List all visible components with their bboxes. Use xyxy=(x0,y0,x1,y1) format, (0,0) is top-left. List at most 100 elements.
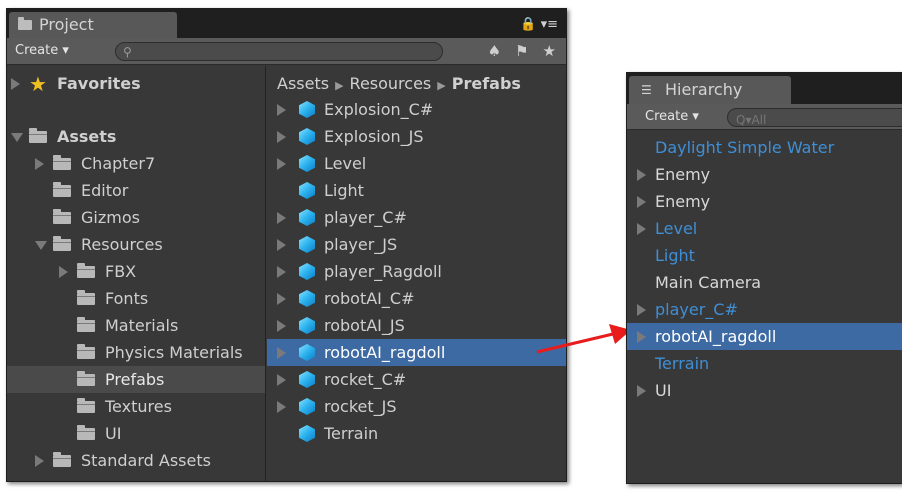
project-tab-label: Project xyxy=(39,15,94,34)
asset-item[interactable]: robotAI_C# xyxy=(267,285,566,312)
hierarchy-search[interactable] xyxy=(727,108,902,129)
expand-arrow-icon[interactable] xyxy=(277,266,286,278)
hierarchy-item[interactable]: player_C# xyxy=(627,296,902,323)
asset-label: player_JS xyxy=(324,235,398,254)
tree-item-resources[interactable]: Resources xyxy=(7,231,265,258)
hierarchy-item[interactable]: Enemy xyxy=(627,161,902,188)
create-button[interactable]: Create ▾ xyxy=(15,43,69,58)
project-search[interactable]: ⚲ xyxy=(115,42,443,63)
asset-item[interactable]: Level xyxy=(267,150,566,177)
hierarchy-search-input[interactable] xyxy=(728,111,902,129)
list-icon: ☰ xyxy=(641,83,652,97)
hierarchy-toolbar: Create ▾ xyxy=(627,104,902,130)
expand-arrow-icon[interactable] xyxy=(11,78,20,90)
asset-item[interactable]: Light xyxy=(267,177,566,204)
breadcrumb: Assets ▶ Resources ▶ Prefabs xyxy=(277,74,521,93)
tree-item-favorites[interactable]: ★ Favorites xyxy=(7,70,265,97)
tree-item-physics-materials[interactable]: Physics Materials xyxy=(7,339,265,366)
tree-item-chapter7[interactable]: Chapter7 xyxy=(7,150,265,177)
expand-arrow-icon[interactable] xyxy=(35,158,44,170)
filter-by-label-icon[interactable]: ⚑ xyxy=(515,42,528,60)
project-tab[interactable]: Project xyxy=(9,12,177,38)
asset-item[interactable]: player_C# xyxy=(267,204,566,231)
project-assets-pane: Assets ▶ Resources ▶ Prefabs Explosion_C# Ex… xyxy=(267,66,566,481)
hierarchy-item-label: Daylight Simple Water xyxy=(655,138,835,157)
folder-icon xyxy=(77,263,95,278)
tree-item-gizmos[interactable]: Gizmos xyxy=(7,204,265,231)
expand-arrow-icon[interactable] xyxy=(59,266,68,278)
tree-item-textures[interactable]: Textures xyxy=(7,393,265,420)
tree-item-label: Textures xyxy=(105,397,172,416)
asset-item[interactable]: Terrain xyxy=(267,420,566,447)
filter-by-type-icon[interactable]: ♠ xyxy=(488,42,501,60)
hierarchy-item[interactable]: Light xyxy=(627,242,902,269)
create-button[interactable]: Create ▾ xyxy=(645,109,699,124)
asset-item[interactable]: player_Ragdoll xyxy=(267,258,566,285)
expand-arrow-icon[interactable] xyxy=(277,104,286,116)
favorite-star-icon[interactable]: ★ xyxy=(543,42,556,60)
folder-icon xyxy=(77,398,95,413)
asset-label: player_Ragdoll xyxy=(324,262,442,281)
expand-arrow-icon[interactable] xyxy=(637,385,646,397)
hierarchy-item[interactable]: Terrain xyxy=(627,350,902,377)
collapse-arrow-icon[interactable] xyxy=(35,241,47,250)
tree-item-fbx[interactable]: FBX xyxy=(7,258,265,285)
lock-menu-icon[interactable]: 🔒 ▾≡ xyxy=(520,17,558,32)
hierarchy-item[interactable]: Daylight Simple Water xyxy=(627,134,902,161)
prefab-cube-icon xyxy=(299,263,315,280)
expand-arrow-icon[interactable] xyxy=(637,331,646,343)
expand-arrow-icon[interactable] xyxy=(637,169,646,181)
expand-arrow-icon[interactable] xyxy=(35,455,44,467)
tree-item-prefabs[interactable]: Prefabs xyxy=(7,366,265,393)
hierarchy-item-label: UI xyxy=(655,381,672,400)
expand-arrow-icon[interactable] xyxy=(637,196,646,208)
project-filter-icons: ♠ ⚑ ★ xyxy=(488,42,556,60)
expand-arrow-icon[interactable] xyxy=(277,401,286,413)
tree-item-assets[interactable]: Assets xyxy=(7,123,265,150)
folder-icon xyxy=(53,155,71,170)
asset-item[interactable]: player_JS xyxy=(267,231,566,258)
breadcrumb-item[interactable]: Prefabs xyxy=(452,74,521,93)
asset-item[interactable]: robotAI_JS xyxy=(267,312,566,339)
asset-label: robotAI_C# xyxy=(324,289,415,308)
expand-arrow-icon[interactable] xyxy=(277,320,286,332)
hierarchy-item[interactable]: UI xyxy=(627,377,902,404)
breadcrumb-item[interactable]: Resources xyxy=(350,74,432,93)
expand-arrow-icon[interactable] xyxy=(277,212,286,224)
project-folder-tree: ★ Favorites Assets Chapter7 Editor Gizmo… xyxy=(7,66,266,481)
expand-arrow-icon[interactable] xyxy=(277,293,286,305)
tree-item-ui[interactable]: UI xyxy=(7,420,265,447)
expand-arrow-icon[interactable] xyxy=(277,158,286,170)
tree-item-editor[interactable]: Editor xyxy=(7,177,265,204)
tree-item-materials[interactable]: Materials xyxy=(7,312,265,339)
hierarchy-item-label: Light xyxy=(655,246,695,265)
project-window: Project 🔒 ▾≡ Create ▾ ⚲ ♠ ⚑ ★ ★ Favorite… xyxy=(6,8,567,482)
expand-arrow-icon[interactable] xyxy=(637,304,646,316)
hierarchy-tab[interactable]: ☰ Hierarchy xyxy=(629,76,791,104)
expand-arrow-icon[interactable] xyxy=(277,347,286,359)
hierarchy-item-selected[interactable]: robotAI_ragdoll xyxy=(627,323,902,350)
tree-item-label: Favorites xyxy=(57,74,141,93)
expand-arrow-icon[interactable] xyxy=(277,239,286,251)
asset-item[interactable]: Explosion_C# xyxy=(267,96,566,123)
hierarchy-item[interactable]: Main Camera xyxy=(627,269,902,296)
asset-item[interactable]: rocket_JS xyxy=(267,393,566,420)
tree-item-label: Resources xyxy=(81,235,163,254)
folder-icon xyxy=(77,344,95,359)
breadcrumb-separator-icon: ▶ xyxy=(437,79,446,92)
hierarchy-item[interactable]: Enemy xyxy=(627,188,902,215)
asset-item-selected[interactable]: robotAI_ragdoll xyxy=(267,339,566,366)
asset-item[interactable]: Explosion_JS xyxy=(267,123,566,150)
expand-arrow-icon[interactable] xyxy=(277,131,286,143)
expand-arrow-icon[interactable] xyxy=(277,374,286,386)
tree-item-label: UI xyxy=(105,424,122,443)
tree-item-fonts[interactable]: Fonts xyxy=(7,285,265,312)
asset-item[interactable]: rocket_C# xyxy=(267,366,566,393)
hierarchy-item[interactable]: Level xyxy=(627,215,902,242)
prefab-cube-icon xyxy=(299,209,315,226)
breadcrumb-item[interactable]: Assets xyxy=(277,74,329,93)
expand-arrow-icon[interactable] xyxy=(637,223,646,235)
tree-item-standard-assets[interactable]: Standard Assets xyxy=(7,447,265,474)
project-search-input[interactable] xyxy=(116,45,442,63)
collapse-arrow-icon[interactable] xyxy=(11,133,23,142)
